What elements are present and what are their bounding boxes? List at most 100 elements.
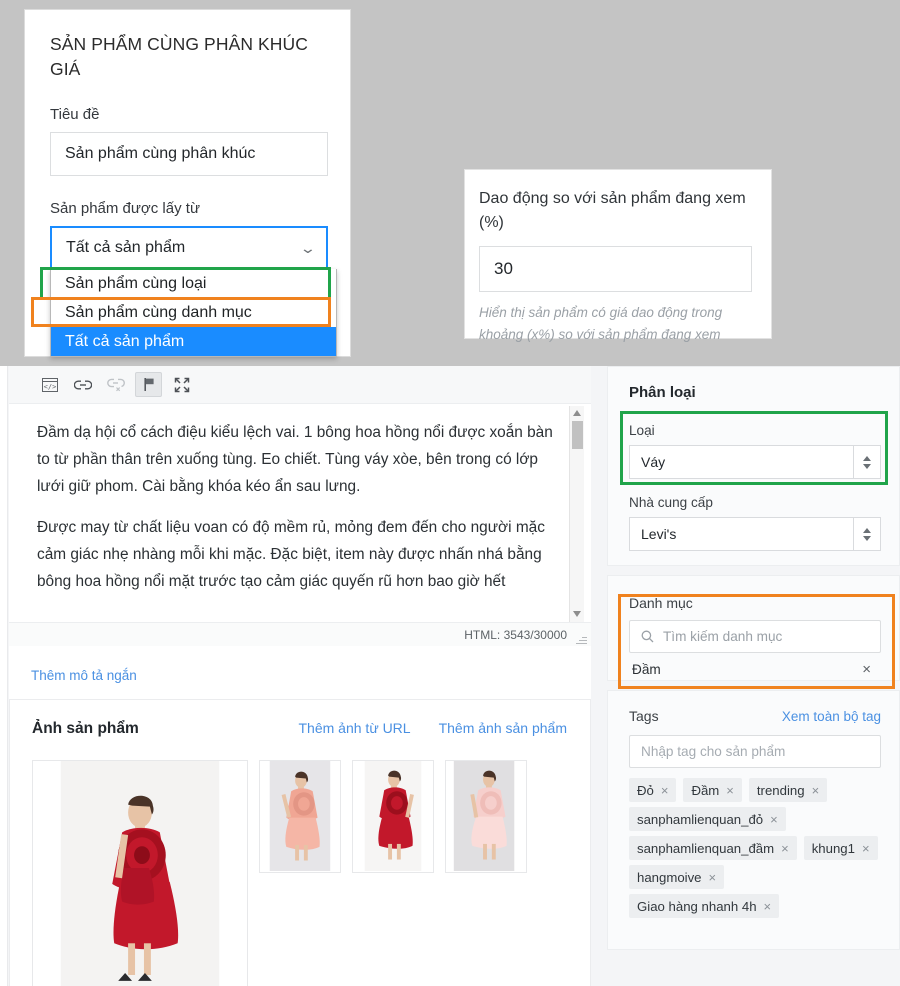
tag-label: Giao hàng nhanh 4h bbox=[637, 898, 757, 914]
tag-input[interactable]: Nhập tag cho sản phẩm bbox=[629, 735, 881, 768]
screenshot-root: SẢN PHẨM CÙNG PHÂN KHÚC GIÁ Tiêu đề Sản … bbox=[0, 0, 900, 986]
tag-chip[interactable]: Đỏ × bbox=[629, 778, 677, 802]
description-editor-card: </> Đầm dạ hội cổ cách điệu kiểu lệch va… bbox=[9, 366, 591, 704]
scrollbar-thumb[interactable] bbox=[572, 421, 583, 449]
tag-label: Đầm bbox=[691, 782, 720, 798]
widget-source-select[interactable]: Tất cả sản phẩm ⌄ bbox=[50, 225, 328, 271]
category-search-placeholder: Tìm kiếm danh mục bbox=[663, 629, 783, 644]
description-paragraph-1: Đầm dạ hội cổ cách điệu kiểu lệch vai. 1… bbox=[37, 424, 553, 495]
vendor-value: Levi's bbox=[641, 526, 677, 542]
category-label: Danh mục bbox=[629, 595, 693, 611]
product-images-title: Ảnh sản phẩm bbox=[32, 720, 139, 737]
stepper-icon[interactable] bbox=[853, 518, 880, 550]
vendor-label: Nhà cung cấp bbox=[629, 495, 713, 510]
main-content: </> Đầm dạ hội cổ cách điệu kiểu lệch va… bbox=[0, 366, 900, 986]
classification-title: Phân loại bbox=[629, 384, 696, 401]
category-selected-label: Đầm bbox=[632, 662, 661, 677]
tags-header: Tags Xem toàn bộ tag bbox=[629, 708, 881, 724]
widget-title-input[interactable]: Sản phẩm cùng phân khúc bbox=[50, 131, 328, 176]
price-fluctuation-input[interactable]: 30 bbox=[479, 246, 752, 292]
tag-label: sanphamlienquan_đầm bbox=[637, 840, 775, 856]
classification-panel: Phân loại Loại Váy Nhà cung cấp Levi's bbox=[607, 366, 900, 566]
product-images-header: Ảnh sản phẩm Thêm ảnh từ URL Thêm ảnh sả… bbox=[32, 720, 567, 738]
category-selected-item: Đầm × bbox=[629, 653, 881, 686]
tag-chip[interactable]: sanphamlienquan_đầm × bbox=[629, 836, 797, 860]
close-icon[interactable]: × bbox=[856, 661, 877, 678]
dropdown-option-same-type[interactable]: Sản phẩm cùng loại bbox=[51, 269, 336, 298]
anchor-flag-icon[interactable] bbox=[135, 372, 162, 397]
add-image-from-url-link[interactable]: Thêm ảnh từ URL bbox=[299, 720, 411, 736]
product-image-thumbnails bbox=[32, 760, 567, 986]
product-image-3[interactable] bbox=[352, 760, 434, 873]
product-image-4[interactable] bbox=[445, 760, 527, 873]
close-icon[interactable]: × bbox=[661, 783, 669, 798]
stepper-icon[interactable] bbox=[853, 446, 880, 478]
tag-label: sanphamlienquan_đỏ bbox=[637, 811, 764, 827]
add-product-image-link[interactable]: Thêm ảnh sản phẩm bbox=[439, 720, 567, 736]
price-fluctuation-help: Hiển thị sản phẩm có giá dao động trong … bbox=[479, 305, 723, 342]
close-icon[interactable]: × bbox=[770, 812, 778, 827]
tag-list: Đỏ × Đầm × trending × sanphamlienquan_đỏ × s… bbox=[629, 778, 881, 918]
editor-status-bar: HTML: 3543/30000 bbox=[9, 622, 591, 646]
tag-chip[interactable]: hangmoive × bbox=[629, 865, 725, 889]
tag-label: trending bbox=[756, 782, 805, 798]
view-all-tags-link[interactable]: Xem toàn bộ tag bbox=[782, 709, 881, 724]
editor-toolbar: </> bbox=[9, 366, 591, 404]
scroll-down-arrow-icon[interactable] bbox=[573, 611, 581, 617]
editor-vertical-scrollbar[interactable] bbox=[569, 406, 584, 622]
tag-chip[interactable]: khung1 × bbox=[803, 836, 878, 860]
tag-chip[interactable]: trending × bbox=[748, 778, 828, 802]
short-description-row: Thêm mô tả ngắn bbox=[9, 646, 591, 704]
left-gutter bbox=[0, 366, 8, 986]
product-image-2[interactable] bbox=[259, 760, 341, 873]
product-images-card: Ảnh sản phẩm Thêm ảnh từ URL Thêm ảnh sả… bbox=[9, 699, 591, 986]
widget-title-label: Tiêu đề bbox=[50, 105, 100, 123]
svg-text:</>: </> bbox=[43, 383, 56, 391]
category-search-input[interactable]: Tìm kiếm danh mục bbox=[629, 620, 881, 653]
category-panel: Danh mục Tìm kiếm danh mục Đầm × bbox=[607, 575, 900, 681]
price-fluctuation-label: Dao động so với sản phẩm đang xem (%) bbox=[479, 190, 746, 231]
vendor-select[interactable]: Levi's bbox=[629, 517, 881, 551]
close-icon[interactable]: × bbox=[781, 841, 789, 856]
add-short-description-link[interactable]: Thêm mô tả ngắn bbox=[31, 668, 137, 683]
tag-chip[interactable]: Đầm × bbox=[683, 778, 742, 802]
right-sidebar: Phân loại Loại Váy Nhà cung cấp Levi's D… bbox=[607, 366, 900, 986]
description-paragraph-2: Được may từ chất liệu voan có độ mềm rủ,… bbox=[37, 519, 545, 590]
close-icon[interactable]: × bbox=[764, 899, 772, 914]
tag-input-placeholder: Nhập tag cho sản phẩm bbox=[641, 744, 786, 759]
tag-chip[interactable]: Giao hàng nhanh 4h × bbox=[629, 894, 780, 918]
tag-label: hangmoive bbox=[637, 869, 702, 885]
resize-grip-icon[interactable] bbox=[576, 633, 587, 644]
fullscreen-icon[interactable] bbox=[168, 372, 195, 397]
description-editor-body[interactable]: Đầm dạ hội cổ cách điệu kiểu lệch vai. 1… bbox=[9, 404, 591, 622]
price-fluctuation-value: 30 bbox=[494, 259, 513, 278]
remove-link-icon bbox=[102, 372, 129, 397]
close-icon[interactable]: × bbox=[709, 870, 717, 885]
html-char-count: HTML: 3543/30000 bbox=[464, 627, 567, 642]
scroll-up-arrow-icon[interactable] bbox=[573, 410, 581, 416]
chevron-down-icon: ⌄ bbox=[299, 239, 317, 256]
price-fluctuation-card: Dao động so với sản phẩm đang xem (%) 30… bbox=[464, 169, 772, 342]
tags-label: Tags bbox=[629, 708, 659, 724]
tag-label: khung1 bbox=[811, 840, 855, 856]
source-code-icon[interactable]: </> bbox=[36, 372, 63, 397]
type-select[interactable]: Váy bbox=[629, 445, 881, 479]
source-dropdown-list[interactable]: Sản phẩm cùng loại Sản phẩm cùng danh mụ… bbox=[50, 269, 337, 357]
tag-label: Đỏ bbox=[637, 782, 654, 798]
search-icon bbox=[641, 630, 654, 643]
type-value: Váy bbox=[641, 454, 666, 470]
tags-panel: Tags Xem toàn bộ tag Nhập tag cho sản ph… bbox=[607, 690, 900, 950]
type-label: Loại bbox=[629, 423, 655, 438]
dropdown-option-same-category[interactable]: Sản phẩm cùng danh mục bbox=[51, 298, 336, 327]
tag-chip[interactable]: sanphamlienquan_đỏ × bbox=[629, 807, 786, 831]
close-icon[interactable]: × bbox=[862, 841, 870, 856]
close-icon[interactable]: × bbox=[726, 783, 734, 798]
product-image-main[interactable] bbox=[32, 760, 248, 986]
widget-title: SẢN PHẨM CÙNG PHÂN KHÚC GIÁ bbox=[50, 34, 309, 79]
dropdown-option-all-products[interactable]: Tất cả sản phẩm bbox=[51, 327, 336, 356]
widget-source-value: Tất cả sản phẩm bbox=[66, 239, 186, 257]
widget-source-label: Sản phẩm được lấy từ bbox=[50, 199, 200, 217]
widget-title-value: Sản phẩm cùng phân khúc bbox=[65, 144, 256, 162]
close-icon[interactable]: × bbox=[812, 783, 820, 798]
insert-link-icon[interactable] bbox=[69, 372, 96, 397]
